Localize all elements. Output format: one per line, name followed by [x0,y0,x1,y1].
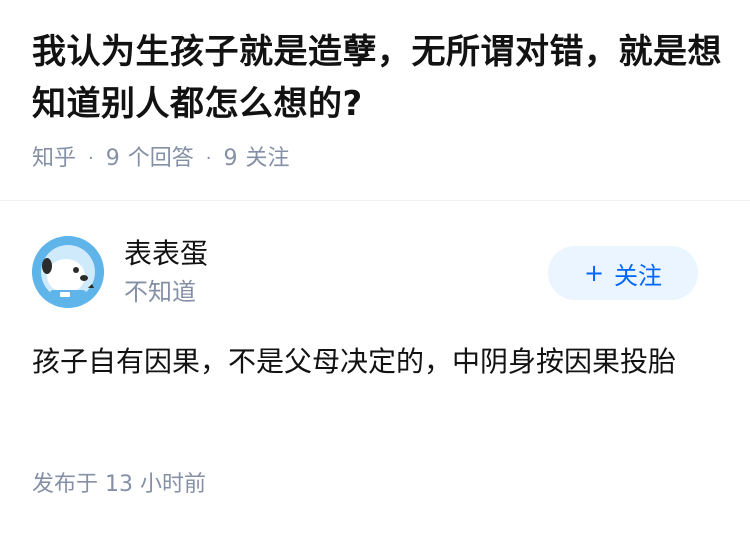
answer-count-label[interactable]: 个回答 [128,144,194,174]
avatar[interactable] [32,236,104,308]
follow-button[interactable]: + 关注 [548,246,698,300]
time-value: 13 小时前 [105,472,207,497]
question-meta: 知乎 · 9 个回答 · 9 关注 [32,144,722,174]
follower-count: 9 [223,146,238,171]
question-header: 我认为生孩子就是造孽，无所谓对错，就是想知道别人都怎么想的? 知乎 · 9 个回… [32,26,722,174]
answer-timestamp: 发布于 13 小时前 [32,469,206,501]
question-title[interactable]: 我认为生孩子就是造孽，无所谓对错，就是想知道别人都怎么想的? [32,26,722,130]
answer-content[interactable]: 孩子自有因果，不是父母决定的，中阴身按因果投胎 [32,338,712,386]
author-row: 表表蛋 不知道 + 关注 [32,236,698,308]
source-label[interactable]: 知乎 [32,144,76,174]
answer-count: 9 [105,146,120,171]
meta-separator: · [88,148,94,169]
time-prefix: 发布于 [32,472,99,497]
follower-count-label: 关注 [245,146,290,171]
author-name[interactable]: 表表蛋 [124,236,208,272]
author-headline: 不知道 [124,278,196,306]
meta-separator: · [205,148,212,169]
cartoon-dog-avatar-icon [32,236,104,308]
follow-button-label: 关注 [614,261,663,290]
plus-icon: + [583,259,605,287]
author-info: 表表蛋 不知道 [124,236,208,308]
section-divider [0,200,750,201]
